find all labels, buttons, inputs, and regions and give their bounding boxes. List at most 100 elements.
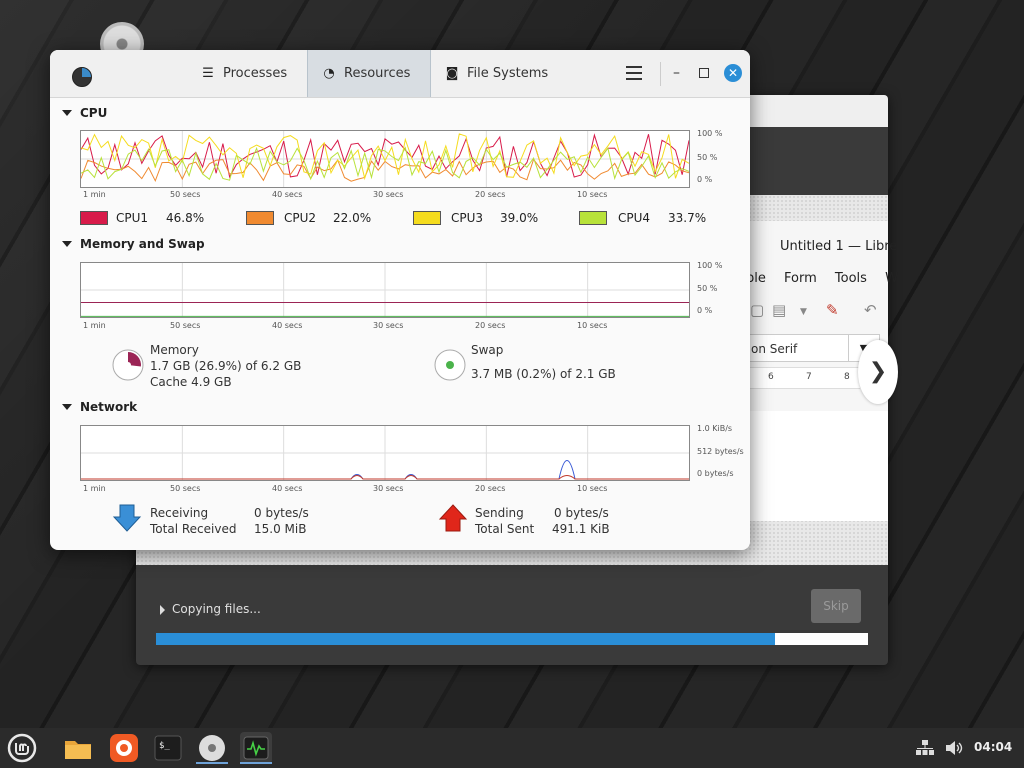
tab-label: File Systems (467, 66, 549, 81)
network-section-toggle[interactable]: Network (62, 400, 137, 414)
slideshow-next-button[interactable]: ❯ (858, 340, 898, 404)
cpu3-color-button[interactable] (413, 211, 441, 225)
memory-usage-text: 1.7 GB (26.9%) of 6.2 GB (150, 359, 302, 373)
memory-label: Memory (150, 343, 199, 357)
cpu-x-tick: 1 min (83, 190, 106, 199)
skip-button[interactable]: Skip (811, 589, 861, 623)
disc-installer-icon[interactable] (196, 732, 228, 764)
cpu1-value: 46.8% (166, 211, 205, 225)
collapse-triangle-icon (62, 110, 72, 116)
cpu-graph-svg (81, 131, 689, 187)
total-received-label: Total Received (150, 522, 237, 536)
lo-menu-window: W (885, 271, 898, 286)
collapse-triangle-icon (62, 404, 72, 410)
ruler-mark: 8 (844, 372, 850, 382)
receiving-value: 0 bytes/s (254, 506, 309, 520)
clone-formatting-icon: ✎ (826, 301, 839, 319)
volume-icon[interactable] (945, 740, 963, 756)
network-x-tick: 40 secs (272, 484, 303, 493)
undo-icon: ↶ (864, 301, 877, 319)
cpu2-color-button[interactable] (246, 211, 274, 225)
memory-section-toggle[interactable]: Memory and Swap (62, 237, 205, 251)
cpu3-label: CPU3 (451, 211, 484, 225)
ruler-mark: 6 (768, 372, 774, 382)
mint-menu-icon[interactable] (6, 732, 38, 764)
clock[interactable]: 04:04 (974, 740, 1012, 754)
cpu-x-tick: 30 secs (373, 190, 404, 199)
install-progress-fill (156, 633, 776, 645)
memory-y-tick: 100 % (697, 261, 723, 270)
sending-arrow-icon[interactable] (438, 503, 468, 533)
cpu2-label: CPU2 (284, 211, 317, 225)
cpu-x-tick: 40 secs (272, 190, 303, 199)
cpu-x-tick: 10 secs (577, 190, 608, 199)
network-y-tick: 0 bytes/s (697, 469, 734, 478)
paste-icon: ▤ (772, 301, 787, 319)
receiving-arrow-icon[interactable] (112, 503, 142, 533)
cpu-section-title: CPU (80, 106, 108, 120)
libreoffice-title: Untitled 1 — Libre (780, 239, 898, 254)
system-monitor-icon[interactable] (240, 732, 272, 764)
cache-text: Cache 4.9 GB (150, 375, 232, 389)
cpu3-value: 39.0% (500, 211, 539, 225)
cpu4-color-button[interactable] (579, 211, 607, 225)
expand-details-icon[interactable] (160, 605, 165, 615)
network-graph-svg (81, 426, 689, 480)
memory-y-tick: 50 % (697, 284, 718, 293)
cpu1-color-button[interactable] (80, 211, 108, 225)
memory-x-tick: 30 secs (373, 321, 404, 330)
maximize-icon[interactable] (699, 68, 709, 78)
cpu2-value: 22.0% (333, 211, 372, 225)
network-icon[interactable] (916, 740, 934, 756)
sending-label: Sending (475, 506, 524, 520)
files-icon[interactable] (62, 732, 94, 764)
chevron-down-icon: ▼ (800, 307, 807, 317)
cpu-section-toggle[interactable]: CPU (62, 106, 107, 120)
cpu-y-tick: 50 % (697, 153, 718, 162)
cpu-y-tick: 100 % (697, 129, 723, 138)
tab-file-systems[interactable]: ◙ File Systems (431, 50, 565, 97)
memory-graph (80, 262, 690, 318)
system-monitor-app-icon (72, 67, 92, 87)
ruler-mark: 7 (806, 372, 812, 382)
network-x-tick: 10 secs (577, 484, 608, 493)
tab-resources[interactable]: ◔ Resources (307, 50, 431, 97)
network-x-tick: 1 min (83, 484, 106, 493)
lo-menu-tools: Tools (834, 271, 867, 286)
swap-label: Swap (471, 343, 504, 357)
network-section-title: Network (80, 400, 138, 414)
swap-pie-icon[interactable] (434, 349, 466, 381)
tab-label: Processes (223, 66, 288, 81)
document-page (736, 411, 888, 521)
memory-x-tick: 1 min (83, 321, 106, 330)
network-x-tick: 20 secs (475, 484, 506, 493)
cpu1-label: CPU1 (116, 211, 149, 225)
memory-x-tick: 20 secs (475, 321, 506, 330)
memory-x-tick: 50 secs (170, 321, 201, 330)
terminal-icon[interactable]: $_ (152, 732, 184, 764)
close-icon[interactable]: ✕ (724, 64, 742, 82)
main-menu-icon[interactable] (626, 66, 642, 80)
cpu-graph (80, 130, 690, 188)
total-sent-value: 491.1 KiB (552, 522, 610, 536)
header-bar: ☰ Processes ◔ Resources ◙ File Systems –… (50, 50, 750, 98)
system-monitor-window: ☰ Processes ◔ Resources ◙ File Systems –… (50, 50, 750, 550)
cpu-x-tick: 50 secs (170, 190, 201, 199)
firefox-icon[interactable] (108, 732, 140, 764)
minimize-icon[interactable]: – (673, 65, 680, 81)
copy-icon: ▢ (750, 301, 765, 319)
network-y-tick: 512 bytes/s (697, 447, 744, 456)
taskbar: $_ 04:04 (0, 728, 1024, 768)
sending-value: 0 bytes/s (554, 506, 609, 520)
memory-pie-icon[interactable] (112, 349, 144, 381)
network-graph (80, 425, 690, 481)
total-received-value: 15.0 MiB (254, 522, 307, 536)
total-sent-label: Total Sent (475, 522, 535, 536)
ruler: 6 7 8 (748, 367, 860, 389)
collapse-triangle-icon (62, 241, 72, 247)
tab-processes[interactable]: ☰ Processes (187, 50, 307, 97)
memory-x-tick: 40 secs (272, 321, 303, 330)
cpu4-value: 33.7% (668, 211, 707, 225)
memory-section-title: Memory and Swap (80, 237, 205, 251)
active-indicator (240, 762, 272, 764)
